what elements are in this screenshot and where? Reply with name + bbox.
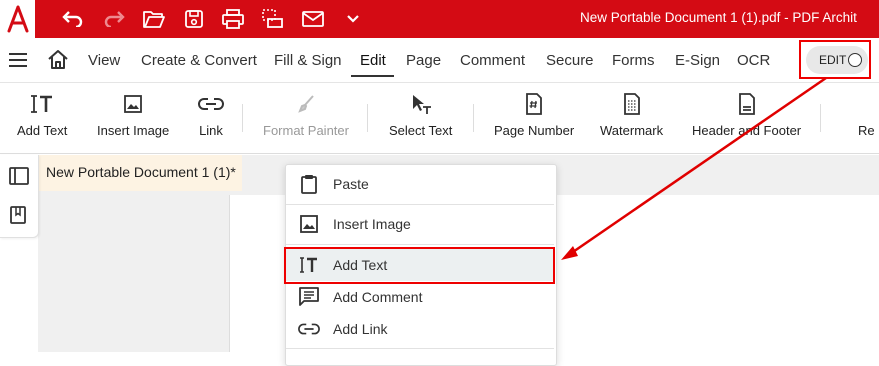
menu-view[interactable]: View: [88, 52, 120, 69]
link-icon: [196, 92, 226, 116]
menu-comment[interactable]: Comment: [460, 52, 525, 69]
redo-icon[interactable]: [101, 7, 127, 31]
tool-label: Header and Footer: [692, 123, 802, 138]
comment-icon: [298, 286, 320, 308]
tool-label: Format Painter: [263, 123, 349, 138]
bookmark-icon[interactable]: [10, 206, 28, 226]
brush-icon: [291, 92, 321, 116]
undo-icon[interactable]: [60, 7, 86, 31]
watermark-icon: [617, 92, 647, 116]
app-logo-icon: [0, 0, 35, 38]
menu-forms[interactable]: Forms: [612, 52, 655, 69]
page-number-icon: [519, 92, 549, 116]
toolbar-divider: [820, 104, 821, 132]
header-footer-icon: [732, 92, 762, 116]
active-tab-underline: [351, 75, 394, 77]
menu-ocr[interactable]: OCR: [737, 52, 770, 69]
menu-page[interactable]: Page: [406, 52, 441, 69]
tool-label: Page Number: [494, 123, 575, 138]
print-icon[interactable]: [220, 7, 246, 31]
annotation-highlight-add-text: [284, 247, 555, 284]
tool-label: Link: [199, 123, 223, 138]
email-icon[interactable]: [300, 7, 326, 31]
ctx-item-label: Paste: [333, 176, 369, 192]
tool-select-text[interactable]: Select Text: [389, 92, 452, 138]
menu-fill-sign[interactable]: Fill & Sign: [274, 52, 342, 69]
tool-format-painter: Format Painter: [263, 92, 349, 138]
ctx-item-label: Add Link: [333, 321, 388, 337]
tool-insert-image[interactable]: Insert Image: [97, 92, 169, 138]
ctx-item-add-link[interactable]: Add Link: [286, 313, 554, 345]
toolbar-divider: [367, 104, 368, 132]
hamburger-menu-icon[interactable]: [8, 52, 28, 68]
menu-divider: [286, 348, 554, 349]
menu-divider: [286, 204, 554, 205]
toolbar-divider: [242, 104, 243, 132]
clipboard-icon: [298, 173, 320, 195]
image-icon: [298, 213, 320, 235]
menu-create-convert[interactable]: Create & Convert: [141, 52, 257, 69]
menu-esign[interactable]: E-Sign: [675, 52, 720, 69]
document-title: New Portable Document 1 (1).pdf - PDF Ar…: [580, 10, 857, 25]
ctx-item-paste[interactable]: Paste: [286, 168, 554, 200]
menu-divider: [286, 244, 554, 245]
tool-label: Re: [858, 123, 875, 138]
save-icon[interactable]: [181, 7, 207, 31]
tool-header-footer[interactable]: Header and Footer: [692, 92, 801, 138]
ctx-item-label: Add Comment: [333, 289, 423, 305]
toolbar-divider: [473, 104, 474, 132]
tool-label: Add Text: [17, 123, 68, 138]
image-icon: [118, 92, 148, 116]
menu-secure[interactable]: Secure: [546, 52, 594, 69]
chevron-down-icon[interactable]: [340, 7, 366, 31]
ctx-item-label: Insert Image: [333, 216, 411, 232]
tool-add-text[interactable]: Add Text: [17, 92, 67, 138]
tool-watermark[interactable]: Watermark: [600, 92, 663, 138]
tool-truncated[interactable]: Re: [858, 92, 879, 138]
link-icon: [298, 318, 320, 340]
document-tab-label: New Portable Document 1 (1)*: [46, 164, 236, 180]
home-icon[interactable]: [47, 49, 69, 69]
panel-toggle-icon[interactable]: [9, 167, 29, 185]
tool-label: Select Text: [389, 123, 453, 138]
tool-link[interactable]: Link: [196, 92, 226, 138]
select-text-icon: [406, 92, 436, 116]
tool-page-number[interactable]: Page Number: [494, 92, 574, 138]
ctx-item-insert-image[interactable]: Insert Image: [286, 208, 554, 240]
annotation-highlight-edit-toggle: [799, 40, 871, 79]
add-text-icon: [27, 92, 57, 116]
open-folder-icon[interactable]: [141, 7, 167, 31]
tool-label: Watermark: [600, 123, 664, 138]
menu-edit[interactable]: Edit: [360, 52, 386, 69]
scan-icon[interactable]: [260, 7, 286, 31]
ctx-item-add-comment[interactable]: Add Comment: [286, 281, 554, 313]
tool-label: Insert Image: [97, 123, 170, 138]
